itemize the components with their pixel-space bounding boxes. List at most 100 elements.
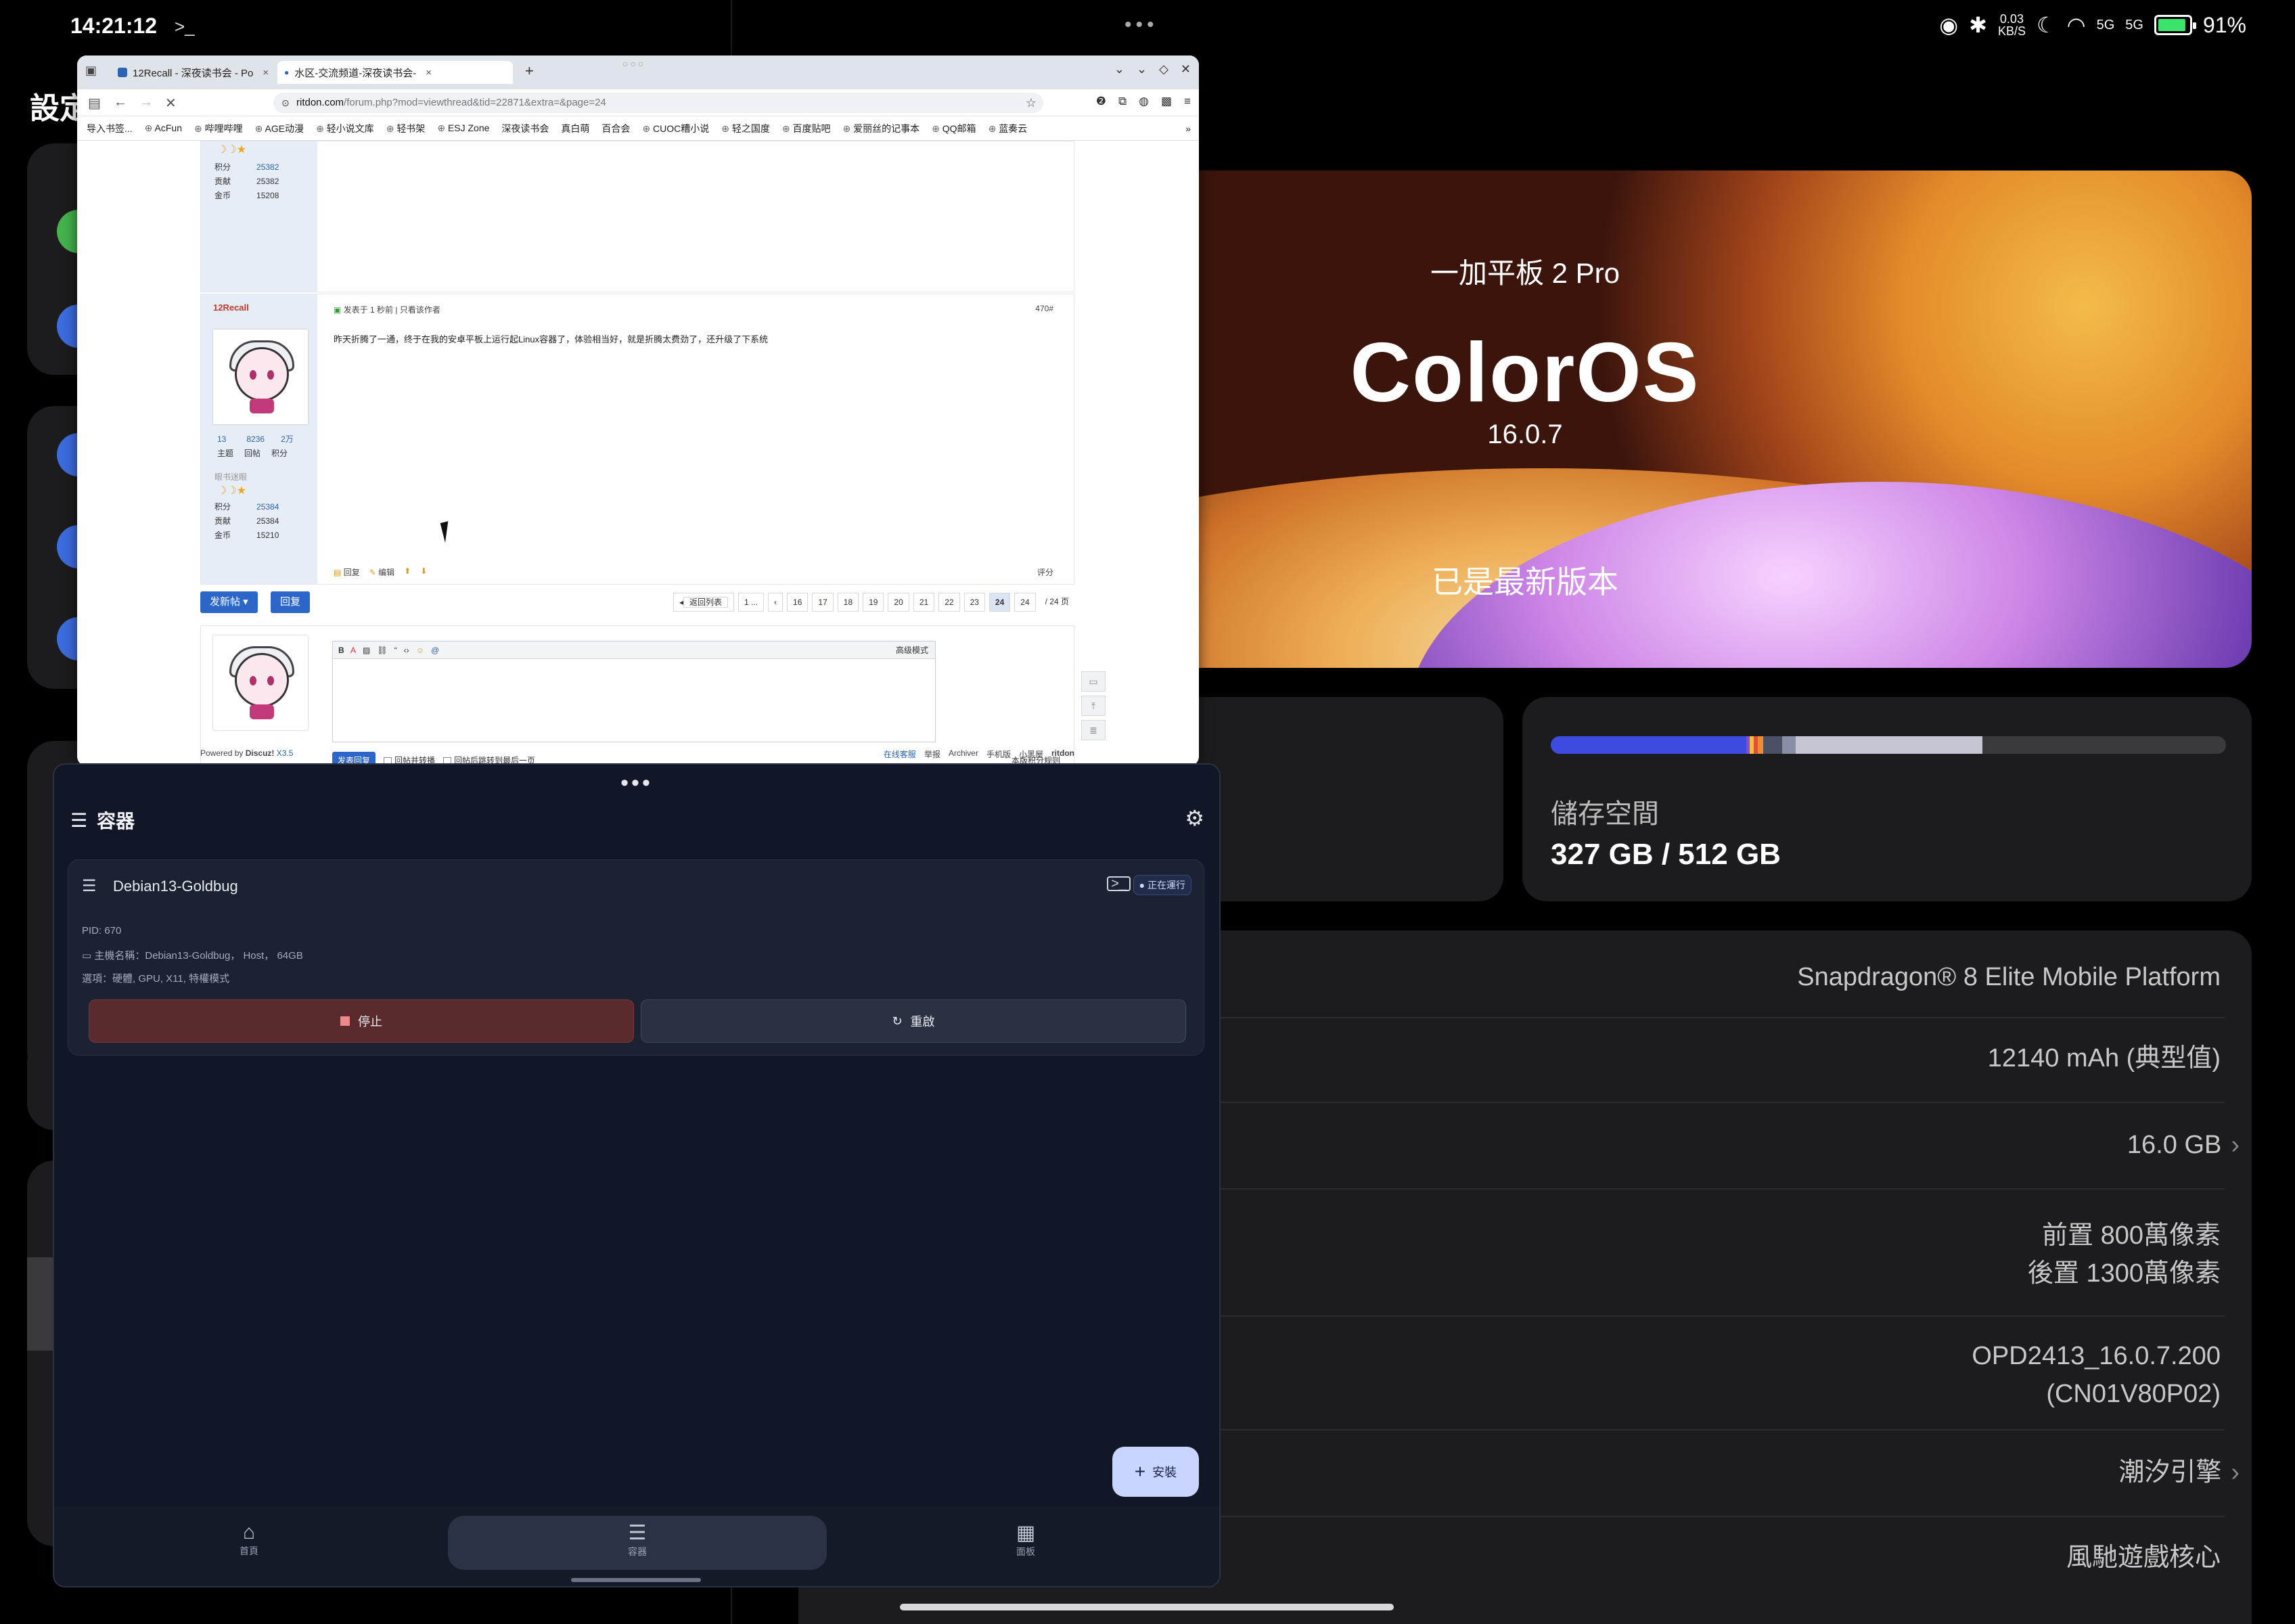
image-icon[interactable]: ▨	[363, 646, 370, 655]
footer-link[interactable]: 举报	[924, 748, 940, 760]
wifi-icon: ◠	[2066, 13, 2086, 37]
update-status: 已是最新版本	[1432, 564, 1618, 600]
tab-list-icon[interactable]: ⌄	[1114, 62, 1124, 76]
bookmark-item[interactable]: 百合会	[601, 122, 630, 135]
avatar-eye	[250, 370, 256, 380]
close-tab-icon[interactable]: ×	[263, 67, 269, 78]
bookmark-item[interactable]: 轻之国度	[721, 122, 770, 135]
spec-ram[interactable]: 16.0 GB ›	[2127, 1126, 2240, 1164]
rank-stars: ☽☽★	[217, 144, 247, 156]
extensions: ❷ ⧉ ◍ ▩ ≡	[1096, 95, 1191, 108]
more-bookmarks-icon[interactable]: »	[1185, 123, 1199, 134]
bookmark-star-icon[interactable]: ☆	[1026, 93, 1037, 113]
window-dots-icon[interactable]: •••	[1124, 14, 1158, 37]
footer-link[interactable]: ritdon	[1051, 748, 1074, 760]
minimize-icon[interactable]: ⌄	[1137, 62, 1147, 76]
prev-page-link[interactable]: ‹	[768, 593, 783, 612]
upvote-icon[interactable]: ⬆	[404, 566, 411, 578]
stop-icon[interactable]: ✕	[165, 95, 177, 112]
comment-icon[interactable]: ▭	[1081, 671, 1106, 692]
footer-link[interactable]: 小黑屋	[1019, 748, 1043, 760]
window-drag-dots[interactable]: ○○○	[622, 58, 645, 69]
tab-water-zone[interactable]: ● 水区-交流频道-深夜读书会- ×	[277, 61, 513, 84]
nav-containers[interactable]: ☰ 容器	[448, 1516, 827, 1570]
settings-gear-icon[interactable]: ⚙	[1185, 805, 1204, 831]
extension-icon-3[interactable]: ◍	[1139, 95, 1149, 108]
emoji-icon[interactable]: ☺	[416, 646, 424, 655]
quote-icon[interactable]: “	[394, 646, 397, 655]
footer-link[interactable]: 在线客服	[884, 748, 916, 760]
mention-icon[interactable]: @	[431, 646, 439, 655]
window-handle-dots[interactable]: •••	[54, 770, 1219, 796]
bookmark-item[interactable]: 蓝奏云	[989, 122, 1027, 135]
bookmark-item[interactable]: ESJ Zone	[437, 122, 489, 134]
new-tab-icon[interactable]: +	[525, 62, 534, 80]
back-icon[interactable]: ←	[114, 95, 127, 110]
restart-button[interactable]: ↻ 重啟	[641, 999, 1186, 1043]
font-color-icon[interactable]: A	[350, 646, 356, 655]
install-button[interactable]: + 安裝	[1112, 1447, 1199, 1497]
close-icon[interactable]: ✕	[1181, 62, 1191, 76]
nav-panel[interactable]: ▦ 面板	[836, 1516, 1215, 1570]
bookmark-item[interactable]: 导入书签...	[87, 122, 133, 135]
bookmark-item[interactable]: AcFun	[145, 122, 182, 134]
advanced-mode-link[interactable]: 高级模式	[896, 641, 928, 659]
stop-button[interactable]: 停止	[89, 999, 634, 1043]
back-to-top-icon[interactable]: ⤒	[1081, 696, 1106, 716]
edit-link[interactable]: ✎ 编辑	[369, 566, 394, 578]
nfc-icon: ◉	[1939, 13, 1959, 37]
bookmark-item[interactable]: QQ邮箱	[932, 122, 976, 135]
only-author-link[interactable]: 只看该作者	[400, 305, 440, 315]
maximize-icon[interactable]: ◇	[1159, 62, 1168, 76]
reply-editor[interactable]: B A ▨ ⛓ “ ‹› ☺ @ 高级模式	[332, 641, 936, 742]
bookmark-item[interactable]: 爱丽丝的记事本	[843, 122, 919, 135]
gesture-bar[interactable]	[571, 1578, 701, 1582]
author-stats: 积分 25384 贡献 25384 金币 15210	[214, 502, 279, 540]
nav-home[interactable]: ⌂ 首頁	[60, 1516, 438, 1570]
bold-icon[interactable]: B	[338, 646, 344, 655]
bookmark-item[interactable]: 轻小说文库	[316, 122, 374, 135]
close-tab-icon[interactable]: ×	[426, 67, 432, 78]
bookmark-item[interactable]: 轻书架	[386, 122, 425, 135]
reply-link[interactable]: ▤ 回复	[334, 566, 360, 578]
menu-icon[interactable]: ≡	[1184, 95, 1191, 108]
new-post-button[interactable]: 发新帖 ▾	[200, 591, 258, 613]
author-avatar[interactable]	[213, 330, 308, 424]
footer-link[interactable]: Archiver	[949, 748, 978, 760]
home-indicator[interactable]	[900, 1604, 1394, 1610]
list-icon[interactable]: ≣	[1081, 720, 1106, 740]
back-to-list-link[interactable]: ◂ 返回列表	[673, 593, 735, 612]
page-title: 容器	[97, 811, 135, 832]
bookmark-item[interactable]: 百度贴吧	[782, 122, 831, 135]
edit-icon: ✎	[369, 568, 376, 577]
app-header: ☰ 容器	[70, 807, 135, 834]
extension-icon-2[interactable]: ⧉	[1118, 95, 1127, 108]
storage-segment	[1551, 736, 1747, 754]
storage-value: 327 GB / 512 GB	[1551, 838, 1781, 871]
forward-icon[interactable]: →	[139, 95, 153, 110]
author-name[interactable]: 12Recall	[213, 302, 249, 313]
bookmark-item[interactable]: AGE动漫	[255, 122, 304, 135]
spec-tide-engine[interactable]: 潮汐引擎 ›	[2118, 1453, 2240, 1491]
reply-button[interactable]: 回复	[271, 591, 311, 613]
site-info-icon[interactable]: ⊙	[281, 93, 290, 113]
sidebar-icon[interactable]: ▤	[88, 95, 101, 112]
page-link[interactable]: 1 ...	[738, 593, 765, 612]
container-card[interactable]: ☰ Debian13-Goldbug >_ ● 正在運行 PID: 670 ▭ …	[68, 859, 1204, 1056]
bookmark-item[interactable]: 真白萌	[561, 122, 589, 135]
my-avatar	[213, 635, 308, 730]
extension-icon-4[interactable]: ▩	[1161, 95, 1172, 108]
downvote-icon[interactable]: ⬇	[420, 566, 427, 578]
bookmark-item[interactable]: 深夜读书会	[501, 122, 549, 135]
post-floor[interactable]: 470#	[1035, 304, 1053, 313]
footer-link[interactable]: 手机版	[986, 748, 1011, 760]
code-icon[interactable]: ‹›	[404, 646, 409, 655]
extension-icon-1[interactable]: ❷	[1096, 95, 1106, 108]
tab-overview-icon[interactable]: ▣	[85, 64, 97, 78]
address-bar[interactable]: ⊙ ritdon.com/forum.php?mod=viewthread&ti…	[273, 93, 1043, 113]
link-icon[interactable]: ⛓	[377, 646, 387, 655]
post-content: 昨天折腾了一通，终于在我的安卓平板上运行起Linux容器了，体验相当好，就是折腾…	[334, 334, 769, 344]
terminal-icon[interactable]: >_	[1107, 876, 1131, 891]
bookmark-item[interactable]: 哔哩哔哩	[194, 122, 243, 135]
bookmark-item[interactable]: CUOC糟小说	[642, 122, 709, 135]
